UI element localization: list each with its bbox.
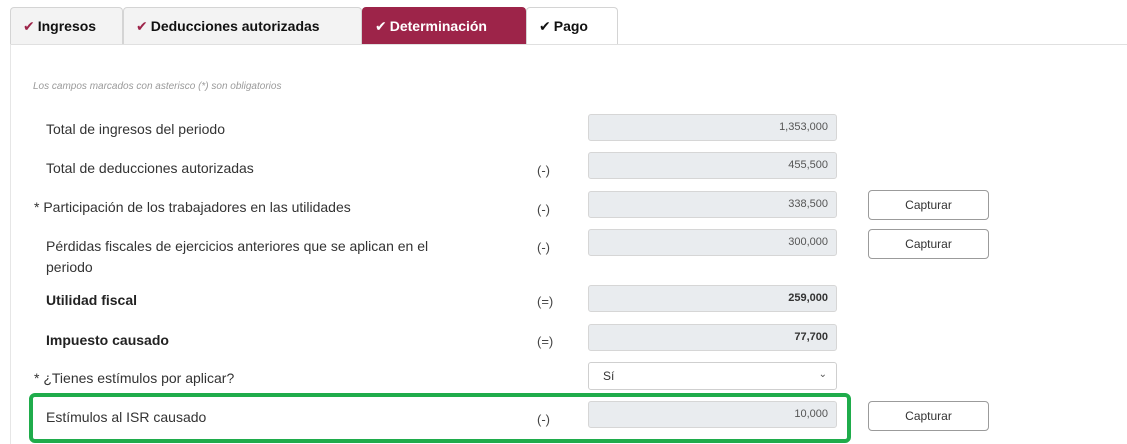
tab-ingresos[interactable]: ✔ Ingresos: [10, 7, 123, 44]
estimulos-select[interactable]: Sí ⌄: [588, 362, 837, 390]
check-icon: ✔: [539, 17, 551, 34]
check-icon: ✔: [136, 17, 148, 34]
field-total-deducciones: 455,500: [588, 152, 837, 179]
label-estimulos-pregunta: * ¿Tienes estímulos por aplicar?: [34, 370, 235, 386]
required-fields-note: Los campos marcados con asterisco (*) so…: [33, 81, 282, 92]
chevron-down-icon: ⌄: [818, 369, 827, 380]
field-ptu: 338,500: [588, 191, 837, 218]
label-perdidas-fiscales: Pérdidas fiscales de ejercicios anterior…: [46, 238, 429, 254]
tab-label: Ingresos: [37, 18, 97, 34]
highlight-box: [29, 393, 851, 443]
capturar-ptu-button[interactable]: Capturar: [868, 190, 989, 220]
sign-perdidas: (-): [537, 240, 550, 255]
field-impuesto-causado: 77,700: [588, 324, 837, 351]
tab-label: Determinación: [389, 18, 487, 34]
capturar-perdidas-button[interactable]: Capturar: [868, 229, 989, 259]
label-total-deducciones: Total de deducciones autorizadas: [46, 160, 254, 176]
tab-determinacion[interactable]: ✔ Determinación: [362, 7, 526, 44]
tab-bar: ✔ Ingresos ✔ Deducciones autorizadas ✔ D…: [10, 7, 618, 45]
tab-deducciones-autorizadas[interactable]: ✔ Deducciones autorizadas: [123, 7, 362, 44]
field-perdidas-fiscales: 300,000: [588, 229, 837, 256]
label-impuesto-causado: Impuesto causado: [46, 332, 169, 348]
select-value: Sí: [603, 369, 615, 383]
tab-label: Deducciones autorizadas: [150, 18, 320, 34]
tab-pago[interactable]: ✔ Pago: [526, 7, 618, 44]
check-icon: ✔: [375, 17, 387, 34]
field-utilidad-fiscal: 259,000: [588, 285, 837, 312]
sign-ptu: (-): [537, 202, 550, 217]
check-icon: ✔: [23, 17, 35, 34]
field-total-ingresos: 1,353,000: [588, 114, 837, 141]
sign-deducciones: (-): [537, 163, 550, 178]
sign-impuesto: (=): [537, 334, 554, 349]
tab-label: Pago: [553, 18, 588, 34]
capturar-estimulos-button[interactable]: Capturar: [868, 401, 989, 431]
label-perdidas-fiscales-line2: periodo: [46, 259, 93, 275]
sign-utilidad: (=): [537, 294, 554, 309]
label-utilidad-fiscal: Utilidad fiscal: [46, 292, 138, 308]
label-ptu: * Participación de los trabajadores en l…: [34, 199, 351, 215]
label-total-ingresos: Total de ingresos del periodo: [46, 121, 226, 137]
